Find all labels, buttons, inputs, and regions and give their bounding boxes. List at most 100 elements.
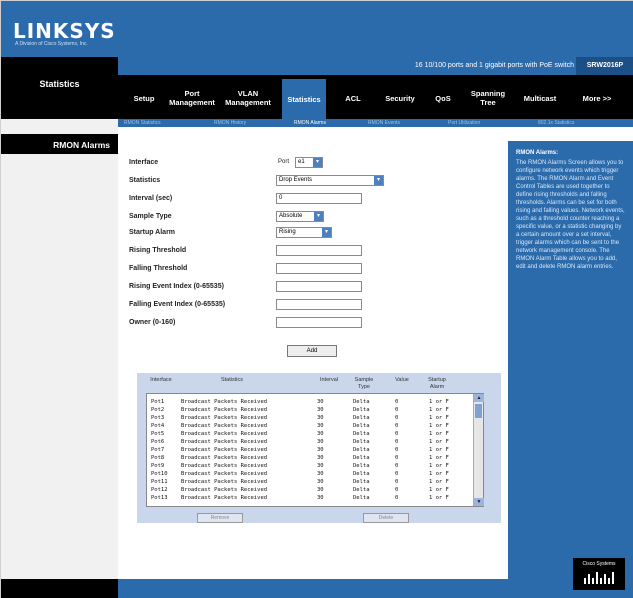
startup-alarm-label: Startup Alarm	[129, 229, 176, 236]
cell-stat: Broadcast Packets Received	[181, 455, 268, 461]
tab-qos[interactable]: QoS	[428, 83, 458, 113]
cell-stat: Broadcast Packets Received	[181, 407, 268, 413]
rising-event-index-label: Rising Event Index (0-65535)	[129, 283, 224, 290]
interval-input[interactable]: 0	[276, 193, 362, 204]
falling-event-index-label: Falling Event Index (0-65535)	[129, 301, 226, 308]
cell-sample: Delta	[353, 487, 370, 493]
help-title: RMON Alarms:	[516, 150, 559, 156]
alarms-list[interactable]: Pot1 Broadcast Packets Received 30 Delta 0 1 …	[146, 393, 484, 507]
tab-vlan-management[interactable]: VLAN Management	[224, 83, 272, 113]
delete-button[interactable]: Delete	[363, 513, 409, 523]
tab-port-management[interactable]: Port Management	[168, 83, 216, 113]
rising-threshold-input[interactable]	[276, 245, 362, 256]
cell-interval: 30	[317, 455, 324, 461]
remove-button[interactable]: Remove	[197, 513, 243, 523]
falling-threshold-input[interactable]	[276, 263, 362, 274]
table-scrollbar[interactable]: ▲ ▼	[473, 394, 484, 506]
tab-multicast[interactable]: Multicast	[518, 83, 562, 113]
falling-event-index-input[interactable]	[276, 299, 362, 310]
cell-iface: Pot6	[151, 439, 165, 445]
page: LINKSYS A Division of Cisco Systems, Inc…	[0, 0, 633, 598]
cell-value: 0	[395, 423, 399, 429]
tab-setup[interactable]: Setup	[124, 83, 164, 113]
table-row[interactable]: Pot1 Broadcast Packets Received 30 Delta 0 1 …	[147, 398, 473, 406]
cisco-logo: Cisco Systems	[573, 558, 625, 590]
cell-iface: Pot2	[151, 407, 165, 413]
product-description: 16 10/100 ports and 1 gigabit ports with…	[414, 62, 574, 69]
interface-select[interactable]: e1 ▾	[295, 157, 323, 168]
table-row[interactable]: Pot12 Broadcast Packets Received 30 Delta 0 1…	[147, 486, 473, 494]
tab-statistics[interactable]: Statistics	[282, 79, 326, 119]
table-row[interactable]: Pot8 Broadcast Packets Received 30 Delta 0 1 …	[147, 454, 473, 462]
cell-sample: Delta	[353, 439, 370, 445]
header-bar: LINKSYS A Division of Cisco Systems, Inc…	[1, 1, 633, 57]
table-row[interactable]: Pot3 Broadcast Packets Received 30 Delta 0 1 …	[147, 414, 473, 422]
subtab-rmon-events[interactable]: RMON Events	[368, 120, 400, 126]
tab-spanning-tree[interactable]: Spanning Tree	[468, 83, 508, 113]
cell-sample: Delta	[353, 423, 370, 429]
linksys-logo: LINKSYS	[13, 19, 116, 43]
cell-sample: Delta	[353, 431, 370, 437]
tab-more[interactable]: More >>	[572, 83, 622, 113]
cell-value: 0	[395, 407, 399, 413]
interval-label: Interval (sec)	[129, 195, 173, 202]
product-bar: 16 10/100 ports and 1 gigabit ports with…	[118, 57, 633, 75]
main-nav: Setup Port Management VLAN Management St…	[118, 75, 633, 119]
table-row[interactable]: Pot4 Broadcast Packets Received 30 Delta 0 1 …	[147, 422, 473, 430]
help-panel: RMON Alarms: The RMON Alarms Screen allo…	[508, 141, 633, 579]
scroll-thumb[interactable]	[475, 404, 482, 418]
table-row[interactable]: Pot7 Broadcast Packets Received 30 Delta 0 1 …	[147, 446, 473, 454]
cell-sample: Delta	[353, 463, 370, 469]
table-row[interactable]: Pot5 Broadcast Packets Received 30 Delta 0 1 …	[147, 430, 473, 438]
subtab-8021x-statistics[interactable]: 802.1x Statistics	[538, 120, 574, 126]
falling-threshold-label: Falling Threshold	[129, 265, 188, 272]
cell-iface: Pot4	[151, 423, 165, 429]
cell-value: 0	[395, 431, 399, 437]
owner-input[interactable]	[276, 317, 362, 328]
cell-iface: Pot1	[151, 399, 165, 405]
cell-sample: Delta	[353, 399, 370, 405]
table-row[interactable]: Pot9 Broadcast Packets Received 30 Delta 0 1 …	[147, 462, 473, 470]
chevron-down-icon: ▾	[314, 212, 323, 221]
rising-event-index-input[interactable]	[276, 281, 362, 292]
table-row[interactable]: Pot10 Broadcast Packets Received 30 Delta 0 1…	[147, 470, 473, 478]
col-sample-type: Sample Type	[354, 377, 374, 390]
subtab-rmon-history[interactable]: RMON History	[214, 120, 246, 126]
table-row[interactable]: Pot11 Broadcast Packets Received 30 Delta 0 1…	[147, 478, 473, 486]
cell-sample: Delta	[353, 447, 370, 453]
cell-interval: 30	[317, 439, 324, 445]
statistics-select[interactable]: Drop Events ▾	[276, 175, 384, 186]
cell-stat: Broadcast Packets Received	[181, 463, 268, 469]
cell-stat: Broadcast Packets Received	[181, 399, 268, 405]
chevron-down-icon: ▾	[374, 176, 383, 185]
cell-iface: Pot11	[151, 479, 168, 485]
scroll-down-icon[interactable]: ▼	[474, 498, 484, 506]
sample-type-select[interactable]: Absolute ▾	[276, 211, 324, 222]
sample-type-label: Sample Type	[129, 213, 172, 220]
col-value: Value	[395, 377, 409, 383]
table-row[interactable]: Pot13 Broadcast Packets Received 30 Delta 0 1…	[147, 494, 473, 502]
subtab-port-utilization[interactable]: Port Utilization	[448, 120, 480, 126]
col-statistics: Statistics	[220, 377, 243, 383]
startup-alarm-select[interactable]: Rising ▾	[276, 227, 332, 238]
tab-security[interactable]: Security	[380, 83, 420, 113]
cell-sample: Delta	[353, 407, 370, 413]
cell-sample: Delta	[353, 455, 370, 461]
table-row[interactable]: Pot2 Broadcast Packets Received 30 Delta 0 1 …	[147, 406, 473, 414]
subtab-rmon-alarms[interactable]: RMON Alarms	[294, 120, 326, 126]
subtab-rmon-statistics[interactable]: RMON Statistics	[124, 120, 161, 126]
cell-alarm: 1 or F	[429, 455, 449, 461]
cell-stat: Broadcast Packets Received	[181, 479, 268, 485]
cell-alarm: 1 or F	[429, 471, 449, 477]
cell-stat: Broadcast Packets Received	[181, 495, 268, 501]
scroll-up-icon[interactable]: ▲	[474, 394, 484, 402]
cell-interval: 30	[317, 471, 324, 477]
cell-sample: Delta	[353, 479, 370, 485]
cell-interval: 30	[317, 415, 324, 421]
cell-interval: 30	[317, 423, 324, 429]
add-button[interactable]: Add	[287, 345, 337, 357]
tab-acl[interactable]: ACL	[338, 83, 368, 113]
col-interval: Interval	[319, 377, 339, 383]
table-row[interactable]: Pot6 Broadcast Packets Received 30 Delta 0 1 …	[147, 438, 473, 446]
cell-sample: Delta	[353, 415, 370, 421]
